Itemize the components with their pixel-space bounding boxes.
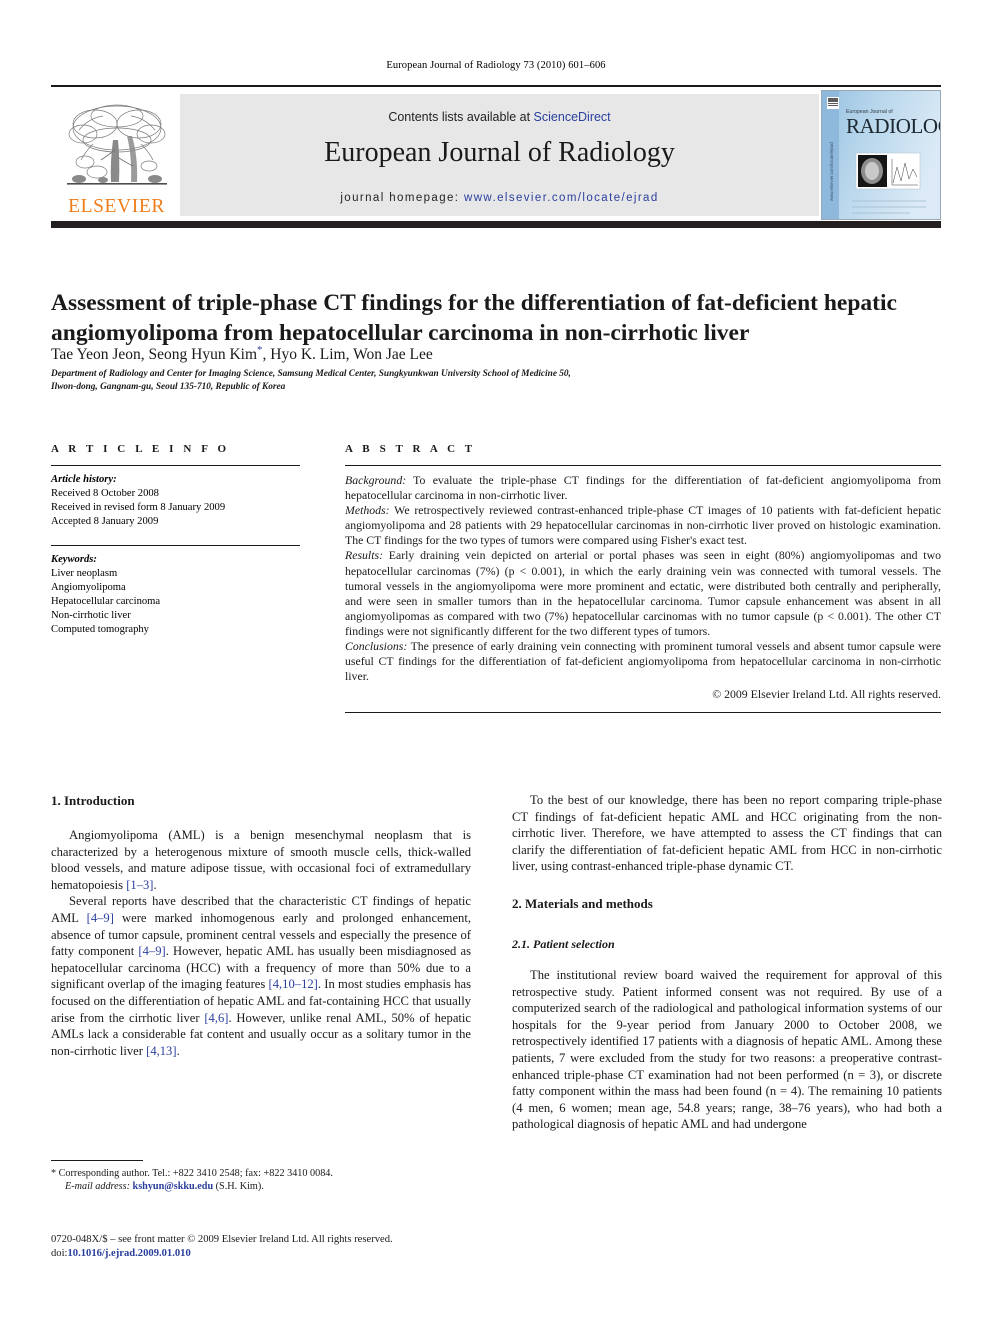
abstract-heading: A B S T R A C T [345,443,476,455]
keyword-item: Angiomyolipoma [51,582,126,593]
footnote-corresponding-text: Corresponding author. Tel.: +822 3410 25… [56,1168,333,1179]
svg-text:RADIOLOGY: RADIOLOGY [846,114,940,138]
journal-band: Contents lists available at ScienceDirec… [180,94,819,216]
page-title: Assessment of triple-phase CT findings f… [51,289,897,346]
keywords-rule [51,545,300,546]
section-heading-materials-and-methods: 2. Materials and methods [512,895,653,911]
keyword-item: Non-cirrhotic liver [51,610,131,621]
affiliation-line-2: Ilwon-dong, Gangnam-gu, Seoul 135-710, R… [51,381,286,392]
body-column-left: 1. Introduction Angiomyolipoma (AML) is … [51,792,471,1059]
abstract-body: Background: To evaluate the triple-phase… [345,473,941,702]
journal-article-page: European Journal of Radiology 73 (2010) … [0,0,992,1323]
issn-copyright-line: 0720-048X/$ – see front matter © 2009 El… [51,1234,393,1245]
abstract-copyright: © 2009 Elsevier Ireland Ltd. All rights … [712,687,941,702]
citation-ref[interactable]: [4–9] [87,911,114,925]
intro-paragraph-2: Several reports have described that the … [51,893,471,1059]
email-address-label: E-mail address: [65,1181,130,1193]
keyword-item: Liver neoplasm [51,568,118,579]
abstract-background-label: Background: [345,473,407,487]
abstract-conclusions: Conclusions: The presence of early drain… [345,639,941,684]
authors-text: Tae Yeon Jeon, Seong Hyun Kim*, Hyo K. L… [51,344,433,364]
contents-available-line: Contents lists available at ScienceDirec… [180,110,819,124]
right-paragraph-1: To the best of our knowledge, there has … [512,793,942,874]
elsevier-wordmark: ELSEVIER [68,195,165,217]
intro-p2-text-f: . [176,1043,180,1058]
keywords-label: Keywords: [51,554,97,565]
abstract-methods: Methods: We retrospectively reviewed con… [345,503,941,548]
body-column-right: To the best of our knowledge, there has … [512,792,942,1133]
citation-ref[interactable]: [4,6] [204,1011,228,1025]
abstract-conclusions-label: Conclusions: [345,639,408,654]
citation-ref[interactable]: [4,10–12] [269,977,318,991]
running-head: European Journal of Radiology 73 (2010) … [386,60,606,71]
corresponding-author-footnote: * Corresponding author. Tel.: +822 3410 … [51,1160,471,1194]
abstract-rule-top [345,465,941,466]
intro-p1-text-b: . [153,877,157,892]
subsection-heading-patient-selection: 2.1. Patient selection [512,936,615,951]
intro-paragraph-1: Angiomyolipoma (AML) is a benign mesench… [51,827,471,893]
patient-selection-paragraph: The institutional review board waived th… [512,967,942,1132]
doi-line: doi:10.1016/j.ejrad.2009.01.010 [51,1247,521,1261]
abstract-rule-bottom [345,712,941,714]
article-history-label: Article history: [51,474,117,485]
journal-cover-thumbnail: European Journal of RADIOLOGY [821,90,941,220]
abstract-background: Background: To evaluate the triple-phase… [345,473,941,503]
author-list: Tae Yeon Jeon, Seong Hyun Kim*, Hyo K. L… [51,340,941,365]
journal-title: European Journal of Radiology [324,137,675,168]
elsevier-logo: ELSEVIER [57,94,176,216]
keyword-item: Computed tomography [51,624,149,635]
article-info-column: A R T I C L E I N F O Article history: R… [51,443,300,637]
citation-ref[interactable]: [1–3] [126,878,153,892]
contents-prefix: Contents lists available at [388,110,534,124]
homepage-prefix: journal homepage: [340,192,465,204]
abstract-conclusions-text: The presence of early draining vein conn… [345,639,941,684]
page-footer: 0720-048X/$ – see front matter © 2009 El… [51,1233,521,1261]
abstract-results: Results: Early draining vein depicted on… [345,548,941,639]
article-history-item: Accepted 8 January 2009 [51,516,159,527]
article-info-rule-top [51,465,300,466]
abstract-methods-text: We retrospectively reviewed contrast-enh… [345,503,941,548]
masthead-inner: ELSEVIER Contents lists available at Sci… [51,90,941,220]
article-info-heading: A R T I C L E I N F O [51,443,230,455]
sciencedirect-link[interactable]: ScienceDirect [534,110,611,124]
masthead-bottom-rule [51,221,941,228]
article-history-item: Received 8 October 2008 [51,488,159,499]
citation-ref[interactable]: [4–9] [138,944,165,958]
doi-label: doi: [51,1248,68,1259]
svg-text:www.elsevier.com/locate/ejrad: www.elsevier.com/locate/ejrad [829,142,834,201]
elsevier-tree-icon [63,100,171,196]
abstract-background-text: To evaluate the triple-phase CT findings… [345,473,941,503]
journal-homepage-link[interactable]: www.elsevier.com/locate/ejrad [464,192,659,204]
email-owner: (S.H. Kim). [213,1181,264,1193]
corresponding-author-marker: * [257,344,263,356]
abstract-results-label: Results: [345,548,384,563]
doi-link[interactable]: 10.1016/j.ejrad.2009.01.010 [67,1248,190,1259]
email-link[interactable]: kshyun@skku.edu [133,1181,214,1192]
abstract-methods-label: Methods: [345,503,390,518]
journal-masthead: ELSEVIER Contents lists available at Sci… [51,85,941,220]
keyword-item: Hepatocellular carcinoma [51,596,161,607]
section-heading-introduction: 1. Introduction [51,793,135,808]
article-history-item: Received in revised form 8 January 2009 [51,502,226,513]
intro-p1-text-a: Angiomyolipoma (AML) is a benign mesench… [51,828,471,892]
citation-ref[interactable]: [4,13] [146,1044,176,1058]
abstract-column: A B S T R A C T Background: To evaluate … [345,443,941,721]
abstract-results-text: Early draining vein depicted on arterial… [345,548,941,638]
footnote-rule [51,1160,143,1161]
footnote-corresponding-line: * Corresponding author. Tel.: +822 3410 … [51,1167,471,1180]
journal-homepage-line: journal homepage: www.elsevier.com/locat… [180,192,819,204]
affiliation-line-1: Department of Radiology and Center for I… [51,369,571,379]
footnote-email-line: E-mail address: kshyun@skku.edu (S.H. Ki… [51,1180,471,1193]
affiliation: Department of Radiology and Center for I… [51,368,941,393]
